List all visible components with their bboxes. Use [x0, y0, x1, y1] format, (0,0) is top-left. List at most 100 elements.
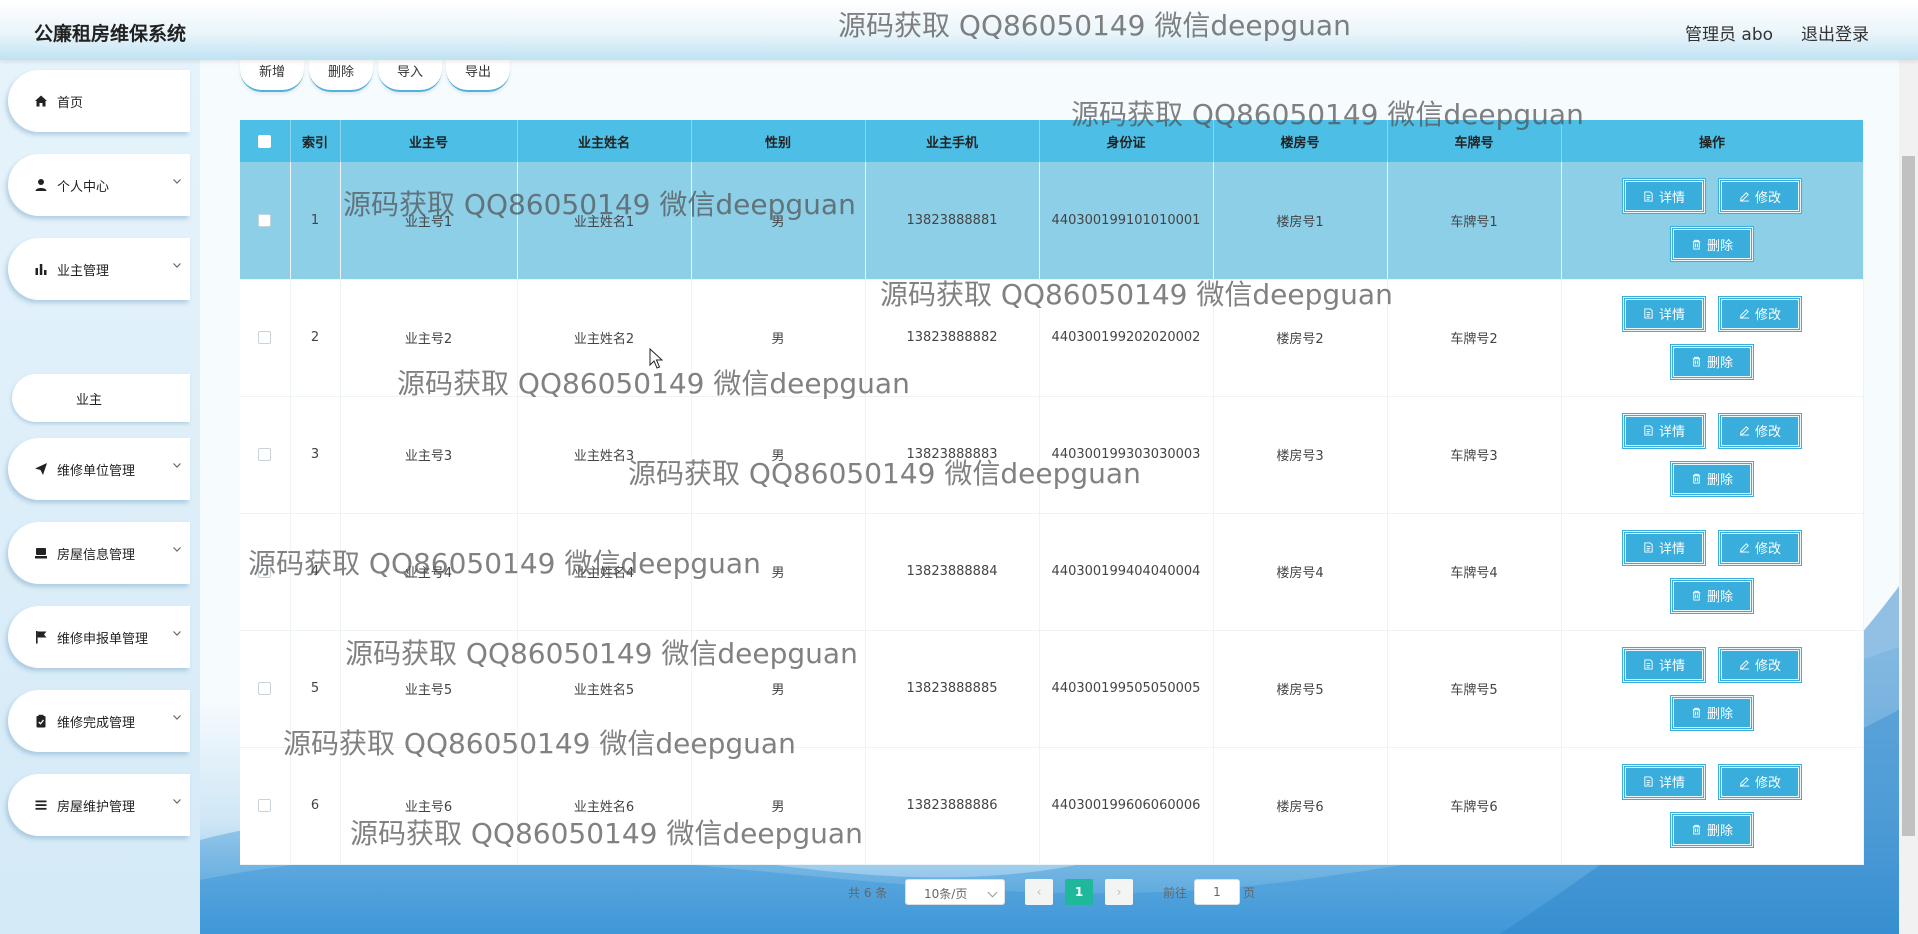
row-checkbox[interactable] — [258, 331, 272, 344]
action-label: 修改 — [1754, 190, 1781, 206]
action-group: 详情 修改删除 — [1617, 412, 1807, 497]
add-button[interactable]: 新增 — [240, 60, 304, 92]
page-size-value: 10条/页 — [924, 887, 968, 901]
owner-phone: 13823888885 — [865, 630, 1040, 748]
edit-button[interactable]: 修改 — [1718, 178, 1802, 215]
page-size-select[interactable]: 10条/页 — [905, 879, 1005, 905]
select-all-checkbox[interactable] — [258, 134, 272, 148]
select-all-header[interactable] — [240, 120, 291, 162]
plate-number: 车牌号5 — [1387, 630, 1562, 748]
edit-button[interactable]: 修改 — [1718, 646, 1802, 683]
plate-number: 车牌号1 — [1387, 162, 1562, 280]
row-select-cell[interactable] — [240, 747, 291, 865]
action-label: 详情 — [1658, 425, 1685, 440]
edit-button[interactable]: 修改 — [1718, 529, 1802, 566]
row-actions: 详情 修改删除 — [1561, 279, 1864, 397]
detail-button[interactable]: 详情 — [1622, 763, 1706, 800]
sidebar-item-repair-complete-management[interactable]: 维修完成管理 — [8, 690, 190, 752]
column-header: 业主号 — [340, 120, 518, 162]
total-count: 共 6 条 — [848, 886, 888, 900]
plate-number: 车牌号4 — [1387, 513, 1562, 631]
sidebar-item-personal-center[interactable]: 个人中心 — [8, 154, 190, 216]
detail-button[interactable]: 详情 — [1622, 529, 1706, 566]
detail-button[interactable]: 详情 — [1622, 412, 1706, 449]
import-button[interactable]: 导入 — [378, 60, 442, 92]
row-checkbox[interactable] — [258, 565, 272, 578]
page-number-current[interactable]: 1 — [1065, 879, 1093, 905]
row-select-cell[interactable] — [240, 162, 291, 280]
sidebar: 首页 个人中心 业主管理 业主 维修单位管理 房屋信息管理 维修申报单管理 维修… — [0, 60, 200, 934]
trash-icon — [1692, 824, 1701, 835]
sidebar-item-house-info-management[interactable]: 房屋信息管理 — [8, 522, 190, 584]
pagination: 共 6 条 10条/页 ‹ 1 › 前往 1 页 — [200, 876, 1918, 906]
row-select-cell[interactable] — [240, 279, 291, 397]
table-row[interactable]: 5 业主号5 业主姓名5 男 13823888885 440300199505050005… — [240, 630, 1864, 748]
column-header: 索引 — [290, 120, 341, 162]
next-page-button[interactable]: › — [1105, 879, 1133, 905]
document-icon — [1644, 308, 1653, 319]
sidebar-item-owner-management[interactable]: 业主管理 — [8, 238, 190, 300]
row-checkbox[interactable] — [258, 799, 272, 812]
document-icon — [1644, 542, 1653, 553]
row-actions: 详情 修改删除 — [1561, 513, 1864, 631]
owner-table: 索引 业主号 业主姓名 性别 业主手机 身份证 楼房号 车牌号 操作 1 业主号1… — [240, 120, 1864, 865]
home-icon — [35, 95, 47, 107]
edit-button[interactable]: 修改 — [1718, 763, 1802, 800]
row-checkbox[interactable] — [258, 682, 272, 695]
delete-button[interactable]: 删除 — [1670, 577, 1754, 614]
owner-gender: 男 — [691, 279, 866, 397]
table-row[interactable]: 3 业主号3 业主姓名3 男 13823888883 440300199303030003… — [240, 396, 1864, 514]
action-label: 修改 — [1754, 776, 1781, 791]
sidebar-item-repair-request-management[interactable]: 维修申报单管理 — [8, 606, 190, 668]
row-checkbox[interactable] — [258, 213, 272, 227]
action-label: 修改 — [1754, 542, 1781, 557]
owner-name: 业主姓名2 — [517, 279, 692, 397]
action-label: 删除 — [1706, 590, 1733, 605]
owner-name: 业主姓名4 — [517, 513, 692, 631]
table-row[interactable]: 6 业主号6 业主姓名6 男 13823888886 440300199606060006… — [240, 747, 1864, 865]
page-scrollbar[interactable] — [1899, 60, 1918, 934]
trash-icon — [1692, 239, 1701, 250]
row-select-cell[interactable] — [240, 630, 291, 748]
logout-link[interactable]: 退出登录 — [1801, 20, 1869, 45]
table-row[interactable]: 2 业主号2 业主姓名2 男 13823888882 440300199202020002… — [240, 279, 1864, 397]
column-header: 业主手机 — [865, 120, 1040, 162]
delete-button[interactable]: 删除 — [1670, 343, 1754, 380]
trash-icon — [1692, 590, 1701, 601]
detail-button[interactable]: 详情 — [1622, 295, 1706, 332]
chevron-down-icon — [173, 179, 181, 184]
sidebar-item-repair-unit-management[interactable]: 维修单位管理 — [8, 438, 190, 500]
delete-button[interactable]: 删除 — [1670, 811, 1754, 848]
export-button[interactable]: 导出 — [446, 60, 510, 92]
pencil-icon — [1739, 191, 1750, 202]
batch-delete-button[interactable]: 删除 — [309, 60, 373, 92]
sidebar-item-label: 房屋维护管理 — [57, 800, 136, 815]
delete-button[interactable]: 删除 — [1670, 460, 1754, 497]
scrollbar-thumb[interactable] — [1902, 156, 1915, 836]
delete-button[interactable]: 删除 — [1670, 226, 1754, 263]
prev-page-button[interactable]: ‹ — [1025, 879, 1053, 905]
sidebar-item-house-maintenance-management[interactable]: 房屋维护管理 — [8, 774, 190, 836]
action-label: 删除 — [1706, 707, 1733, 722]
row-checkbox[interactable] — [258, 448, 272, 461]
sidebar-item-home[interactable]: 首页 — [8, 70, 190, 132]
table-row[interactable]: 1 业主号1 业主姓名1 男 13823888881 440300199101010001… — [240, 162, 1864, 280]
row-select-cell[interactable] — [240, 396, 291, 514]
detail-button[interactable]: 详情 — [1622, 178, 1706, 215]
column-header: 业主姓名 — [517, 120, 692, 162]
delete-button[interactable]: 删除 — [1670, 694, 1754, 731]
table-row[interactable]: 4 业主号4 业主姓名4 男 13823888884 440300199404040004… — [240, 513, 1864, 631]
edit-button[interactable]: 修改 — [1718, 412, 1802, 449]
column-header: 车牌号 — [1387, 120, 1562, 162]
edit-button[interactable]: 修改 — [1718, 295, 1802, 332]
row-actions: 详情 修改删除 — [1561, 630, 1864, 748]
row-select-cell[interactable] — [240, 513, 291, 631]
owner-name: 业主姓名1 — [517, 162, 692, 280]
sidebar-subitem-owner[interactable]: 业主 — [12, 374, 190, 422]
goto-page-input[interactable]: 1 — [1194, 879, 1240, 905]
action-group: 详情 修改删除 — [1617, 295, 1807, 380]
detail-button[interactable]: 详情 — [1622, 646, 1706, 683]
sidebar-item-label: 维修完成管理 — [57, 716, 136, 731]
owner-id-card: 440300199505050005 — [1039, 630, 1214, 748]
owner-name: 业主姓名6 — [517, 747, 692, 865]
